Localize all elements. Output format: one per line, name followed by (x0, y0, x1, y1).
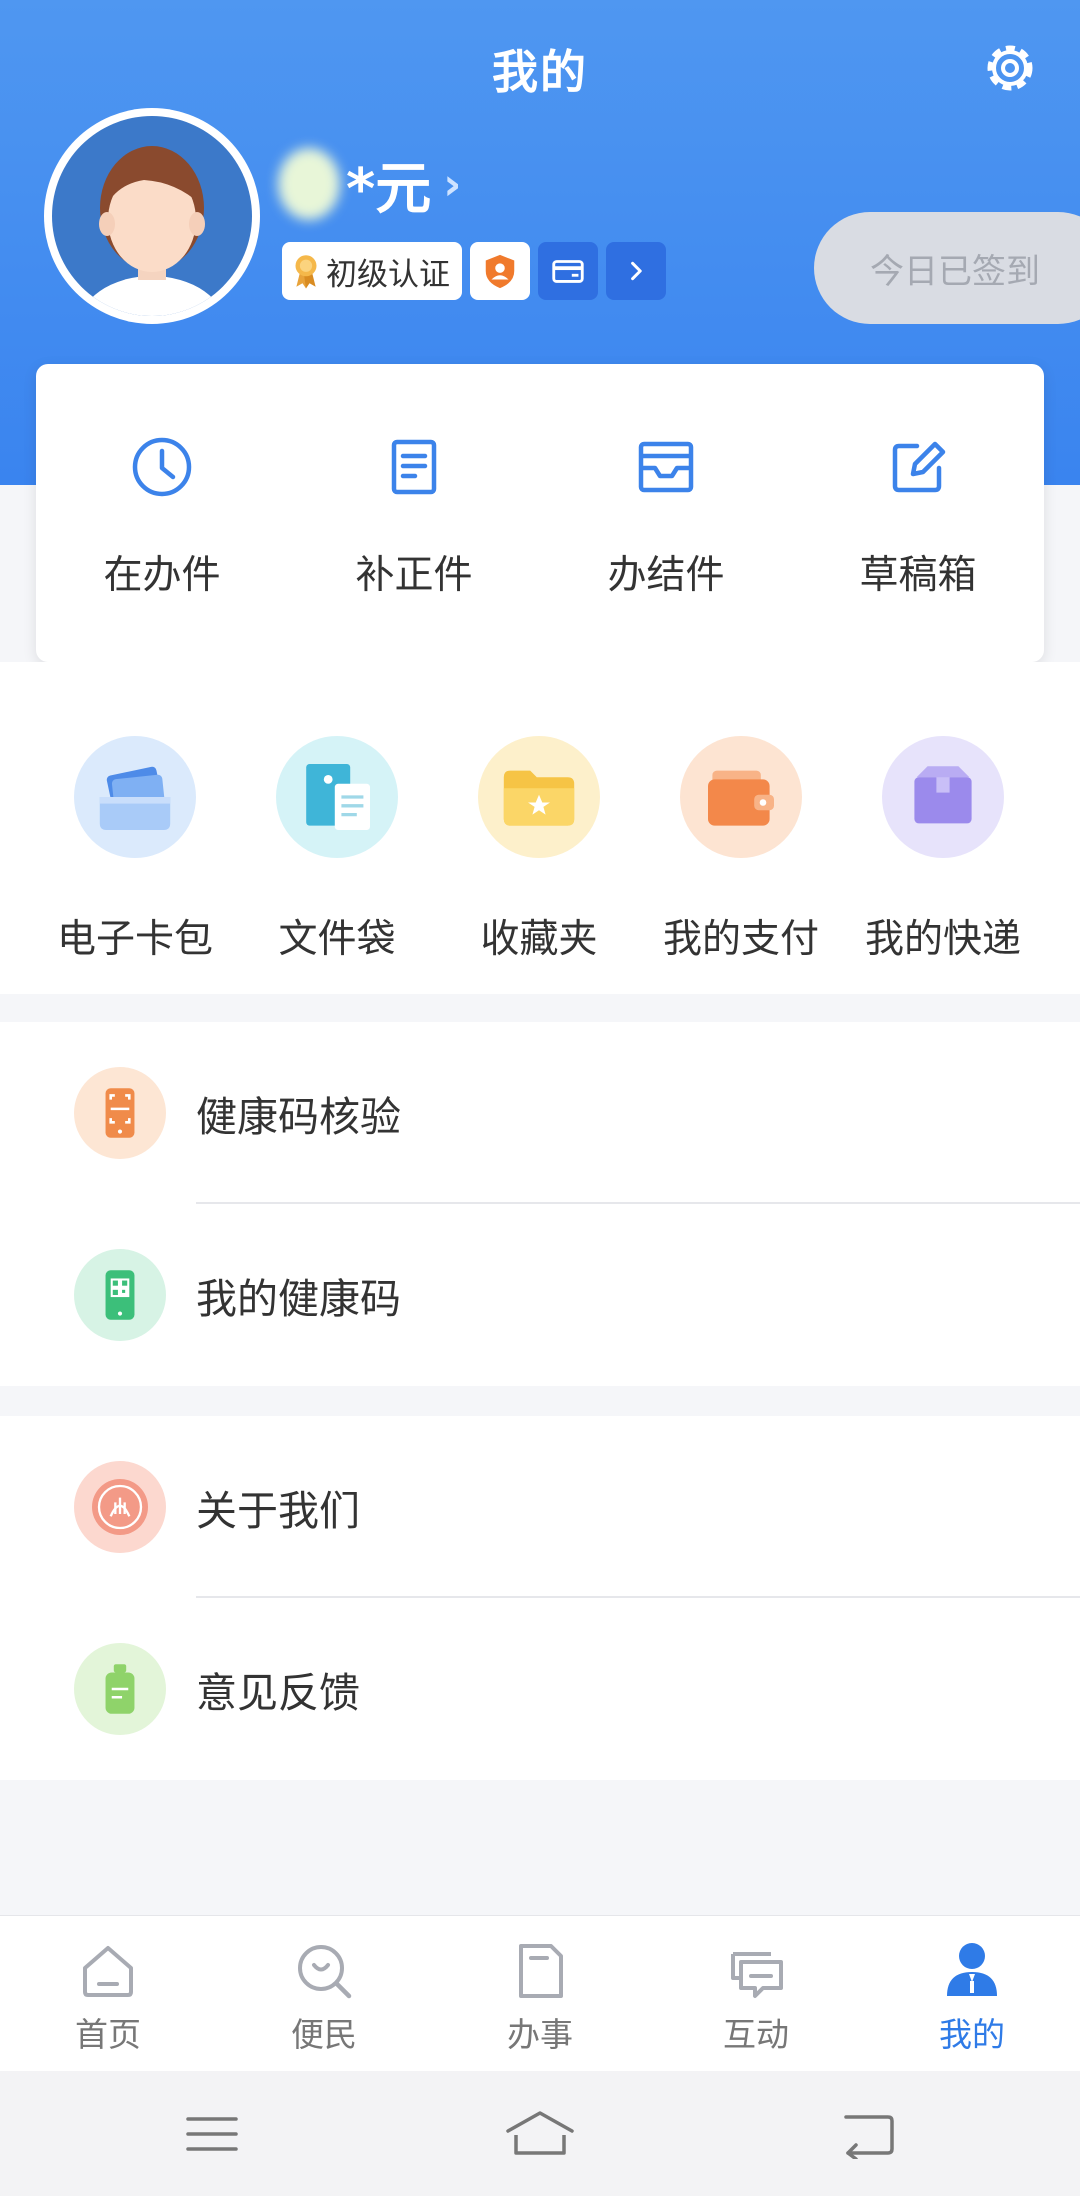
menu-icon[interactable] (184, 2109, 240, 2159)
chevron-right-icon (631, 261, 642, 281)
more-badges-button[interactable] (606, 242, 666, 300)
clock-icon (132, 437, 192, 497)
tab-label: 办事 (507, 2015, 573, 2054)
list-item-label: 意见反馈 (196, 1669, 360, 1717)
tab-mine[interactable]: 我的 (864, 1916, 1080, 2071)
list-item-about-us[interactable]: 关于我们 (0, 1416, 1080, 1598)
service-card: 在办件 补正件 办结件 草稿箱 (36, 364, 1044, 662)
favorites-folder-icon (478, 736, 600, 858)
badge-row: 初级认证 (282, 242, 666, 300)
edit-icon (892, 441, 946, 493)
verification-badge[interactable]: 初级认证 (282, 242, 462, 300)
service-completed[interactable]: 办结件 (540, 364, 792, 662)
service-label: 办结件 (607, 553, 725, 598)
tab-home[interactable]: 首页 (0, 1916, 216, 2071)
gear-icon[interactable] (978, 36, 1042, 100)
document-icon (391, 439, 437, 495)
back-icon[interactable] (840, 2109, 896, 2159)
document-icon (519, 1944, 563, 1998)
bank-card-badge[interactable] (538, 242, 598, 300)
tab-label: 首页 (75, 2015, 141, 2054)
search-heart-icon (298, 1945, 352, 1999)
name-mask (278, 148, 340, 220)
id-badge[interactable] (470, 242, 530, 300)
list-item-feedback[interactable]: 意见反馈 (0, 1598, 1080, 1780)
quick-label: 文件袋 (278, 917, 396, 962)
list-item-health-code-verify[interactable]: 健康码核验 (0, 1022, 1080, 1204)
checkin-button[interactable]: 今日已签到 (814, 212, 1080, 324)
tab-convenience[interactable]: 便民 (216, 1916, 432, 2071)
quick-payment[interactable]: 我的支付 (640, 662, 842, 994)
qr-phone-icon (74, 1249, 166, 1341)
tab-label: 互动 (723, 2015, 789, 2054)
service-drafts[interactable]: 草稿箱 (792, 364, 1044, 662)
service-supplement[interactable]: 补正件 (288, 364, 540, 662)
verification-badge-label: 初级认证 (326, 256, 450, 293)
shield-person-icon (485, 254, 515, 289)
service-label: 补正件 (355, 553, 473, 598)
quick-label: 我的支付 (662, 917, 819, 962)
wallet-icon (680, 736, 802, 858)
home-icon (83, 1946, 133, 1997)
card-icon (552, 260, 584, 283)
quick-express[interactable]: 我的快递 (842, 662, 1044, 994)
list-item-label: 健康码核验 (196, 1093, 401, 1141)
home-icon[interactable] (504, 2109, 576, 2159)
tab-services[interactable]: 办事 (432, 1916, 648, 2071)
quick-label: 收藏夹 (480, 917, 598, 962)
file-bag-icon (276, 736, 398, 858)
quick-card-wallet[interactable]: 电子卡包 (34, 662, 236, 994)
list-item-label: 我的健康码 (196, 1275, 401, 1323)
chevron-right-icon: › (443, 158, 462, 210)
service-label: 草稿箱 (859, 553, 977, 598)
system-navigation-bar (0, 2071, 1080, 2196)
service-label: 在办件 (103, 553, 221, 598)
quick-file-bag[interactable]: 文件袋 (236, 662, 438, 994)
quick-favorites[interactable]: 收藏夹 (438, 662, 640, 994)
page-title: 我的 (492, 45, 588, 99)
health-group: 健康码核验 我的健康码 (0, 1022, 1080, 1386)
scan-phone-icon (74, 1067, 166, 1159)
list-item-label: 关于我们 (196, 1487, 360, 1535)
tab-interaction[interactable]: 互动 (648, 1916, 864, 2071)
card-wallet-icon (74, 736, 196, 858)
about-group: 关于我们 意见反馈 (0, 1416, 1080, 1780)
tab-label: 我的 (939, 2015, 1005, 2054)
service-in-progress[interactable]: 在办件 (36, 364, 288, 662)
tab-label: 便民 (291, 2015, 357, 2054)
avatar[interactable] (44, 108, 260, 324)
person-icon (947, 1943, 997, 1996)
bottom-tab-bar: 首页 便民 办事 互动 我的 (0, 1915, 1080, 2071)
feedback-bottle-icon (74, 1643, 166, 1735)
user-name-text: *元 (346, 156, 432, 222)
package-icon (882, 736, 1004, 858)
quick-label: 我的快递 (864, 917, 1021, 962)
user-name[interactable]: *元 › (278, 148, 462, 222)
emblem-icon (74, 1461, 166, 1553)
inbox-icon (638, 441, 694, 493)
quick-label: 电子卡包 (56, 917, 213, 962)
quick-entries: 电子卡包 文件袋 收藏夹 我的支付 我的快递 (0, 662, 1080, 994)
chat-icon (731, 1952, 783, 1998)
list-item-my-health-code[interactable]: 我的健康码 (0, 1204, 1080, 1386)
medal-icon (295, 255, 317, 289)
